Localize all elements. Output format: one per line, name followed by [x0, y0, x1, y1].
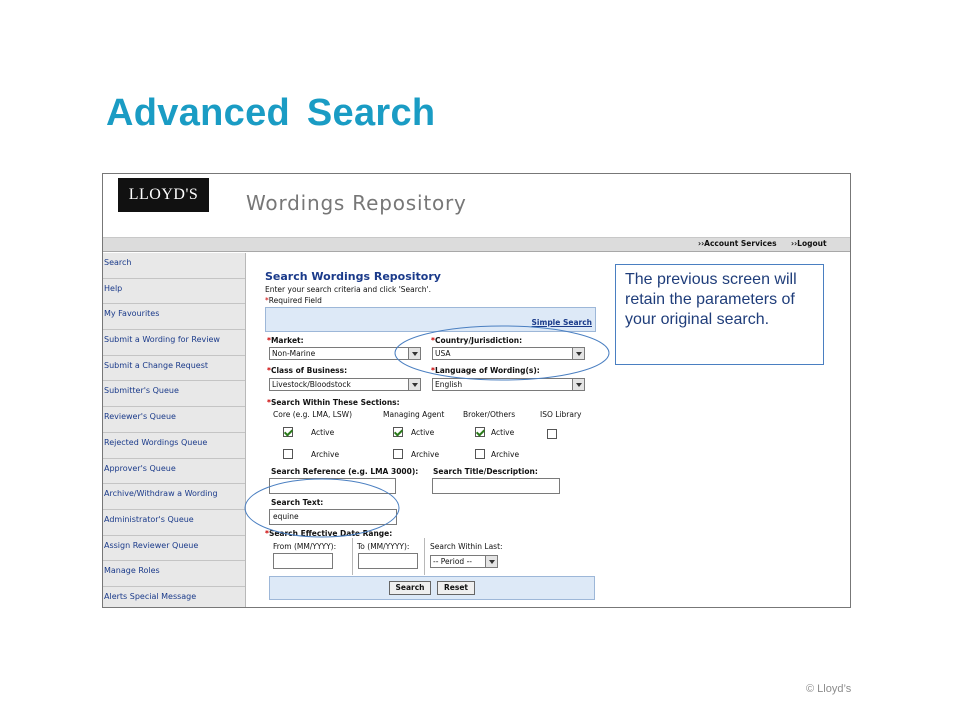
lloyds-logo: LLOYD'S: [118, 178, 209, 212]
sidebar-item-rejected-wordings-queue[interactable]: Rejected Wordings Queue: [103, 433, 245, 459]
required-note: *Required Field: [265, 296, 322, 305]
class-select[interactable]: Livestock/Bloodstock: [269, 378, 421, 391]
sidebar-item-submitters-queue[interactable]: Submitter's Queue: [103, 381, 245, 408]
period-select[interactable]: -- Period --: [430, 555, 498, 568]
account-services-link[interactable]: ››Account Services: [698, 239, 777, 248]
top-nav: ››Account Services ››Logout: [103, 238, 850, 252]
section-broker-name: Broker/Others: [463, 410, 516, 419]
sidebar-item-reviewers-queue[interactable]: Reviewer's Queue: [103, 407, 245, 433]
sidebar-item-alerts-special-message[interactable]: Alerts Special Message: [103, 587, 245, 607]
market-label-text: Market:: [270, 336, 304, 345]
from-label: From (MM/YYYY):: [273, 542, 337, 551]
broker-active-checkbox[interactable]: [475, 427, 485, 437]
sections-label-text: Search Within These Sections:: [270, 398, 400, 407]
country-select[interactable]: USA: [432, 347, 585, 360]
broker-active-label: Active: [491, 428, 515, 437]
core-active-label: Active: [311, 428, 335, 437]
language-label: *Language of Wording(s):: [431, 366, 540, 375]
sidebar-item-manage-roles[interactable]: Manage Roles: [103, 561, 245, 587]
form-heading: Search Wordings Repository: [265, 270, 441, 283]
sidebar-item-approvers-queue[interactable]: Approver's Queue: [103, 459, 245, 485]
sidebar-item-assign-reviewer-queue[interactable]: Assign Reviewer Queue: [103, 536, 245, 562]
section-managing-agent-name: Managing Agent: [383, 410, 445, 419]
managing-agent-active-label: Active: [411, 428, 435, 437]
sidebar: Search Help My Favourites Submit a Wordi…: [103, 253, 246, 607]
search-reference-input[interactable]: [269, 478, 396, 494]
search-text-label: Search Text:: [271, 498, 324, 507]
language-select-value: English: [435, 380, 463, 389]
sidebar-item-administrators-queue[interactable]: Administrator's Queue: [103, 510, 245, 536]
country-label-text: Country/Jurisdiction:: [434, 336, 523, 345]
search-title-label: Search Title/Description:: [433, 467, 538, 476]
search-button[interactable]: Search: [389, 581, 431, 595]
slide-title: Advanced Search: [106, 92, 436, 134]
market-select-value: Non-Marine: [272, 349, 316, 358]
divider: [424, 538, 425, 575]
required-note-text: Required Field: [268, 296, 322, 305]
section-iso-name: ISO Library: [540, 410, 582, 419]
simple-search-link[interactable]: Simple Search: [532, 318, 592, 327]
search-text-value: equine: [273, 512, 299, 521]
divider: [352, 538, 353, 575]
section-core-name: Core (e.g. LMA, LSW): [273, 410, 353, 419]
managing-agent-archive-checkbox[interactable]: [393, 449, 403, 459]
screenshot-frame: LLOYD'S Wordings Repository ››Account Se…: [102, 173, 851, 608]
search-reference-label: Search Reference (e.g. LMA 3000):: [271, 467, 419, 476]
sidebar-item-search[interactable]: Search: [103, 253, 245, 279]
app-header: LLOYD'S Wordings Repository: [103, 174, 850, 238]
country-select-value: USA: [435, 349, 451, 358]
date-range-label-text: Search Effective Date Range:: [268, 529, 393, 538]
sidebar-item-submit-wording[interactable]: Submit a Wording for Review: [103, 330, 245, 356]
search-title-input[interactable]: [432, 478, 560, 494]
class-select-value: Livestock/Bloodstock: [272, 380, 351, 389]
sidebar-item-submit-change-request[interactable]: Submit a Change Request: [103, 356, 245, 382]
class-label-text: Class of Business:: [270, 366, 348, 375]
from-date-input[interactable]: [273, 553, 333, 569]
to-label: To (MM/YYYY):: [357, 542, 410, 551]
button-bar: [269, 576, 595, 600]
chevron-down-icon: [572, 348, 584, 359]
chevron-down-icon: [485, 556, 497, 567]
copyright: © Lloyd’s: [806, 683, 852, 695]
market-label: *Market:: [267, 336, 304, 345]
sidebar-item-archive-withdraw[interactable]: Archive/Withdraw a Wording: [103, 484, 245, 510]
within-last-label: Search Within Last:: [430, 542, 503, 551]
search-text-input[interactable]: equine: [269, 509, 397, 525]
to-date-input[interactable]: [358, 553, 418, 569]
market-select[interactable]: Non-Marine: [269, 347, 421, 360]
app-title: Wordings Repository: [246, 191, 467, 215]
core-archive-checkbox[interactable]: [283, 449, 293, 459]
class-label: *Class of Business:: [267, 366, 348, 375]
period-select-value: -- Period --: [433, 557, 472, 566]
callout-note: The previous screen will retain the para…: [615, 264, 824, 365]
sections-label: *Search Within These Sections:: [267, 398, 400, 407]
simple-search-bar: Simple Search: [265, 307, 596, 332]
iso-library-checkbox[interactable]: [547, 429, 557, 439]
logout-link[interactable]: ››Logout: [791, 239, 827, 248]
sidebar-item-help[interactable]: Help: [103, 279, 245, 305]
core-archive-label: Archive: [311, 450, 340, 459]
date-range-label: *Search Effective Date Range:: [265, 529, 393, 538]
chevron-down-icon: [408, 379, 420, 390]
country-label: *Country/Jurisdiction:: [431, 336, 523, 345]
language-label-text: Language of Wording(s):: [434, 366, 540, 375]
broker-archive-label: Archive: [491, 450, 520, 459]
language-select[interactable]: English: [432, 378, 585, 391]
broker-archive-checkbox[interactable]: [475, 449, 485, 459]
managing-agent-active-checkbox[interactable]: [393, 427, 403, 437]
chevron-down-icon: [408, 348, 420, 359]
managing-agent-archive-label: Archive: [411, 450, 440, 459]
sidebar-item-my-favourites[interactable]: My Favourites: [103, 304, 245, 331]
reset-button[interactable]: Reset: [437, 581, 475, 595]
form-instructions: Enter your search criteria and click 'Se…: [265, 285, 431, 294]
chevron-down-icon: [572, 379, 584, 390]
core-active-checkbox[interactable]: [283, 427, 293, 437]
